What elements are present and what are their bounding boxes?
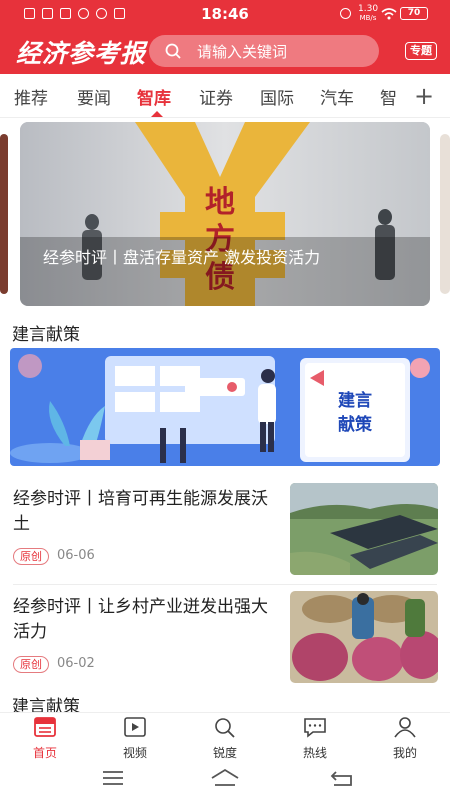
status-bar: 18:46 1.30 MB/s 70 [0, 0, 450, 28]
tab-auto[interactable]: 汽车 [320, 84, 354, 109]
nav-video[interactable]: 视频 [105, 715, 165, 761]
article-item[interactable]: 经参时评丨让乡村产业迸发出强大活力 原创 06-02 [0, 591, 450, 701]
app-logo: 经济参考报 [16, 39, 147, 68]
original-badge: 原创 [13, 548, 49, 565]
tab-news[interactable]: 要闻 [77, 84, 111, 109]
divider [13, 584, 437, 585]
featured-banner[interactable]: 地 方 债 [20, 122, 430, 306]
article-thumbnail[interactable] [290, 591, 438, 683]
search-icon [215, 718, 235, 738]
section-title: 建言献策 [12, 325, 80, 345]
search-placeholder: 请输入关键词 [197, 43, 288, 61]
tab-securities[interactable]: 证券 [199, 84, 233, 109]
wifi-icon [381, 8, 397, 20]
active-tab-indicator [151, 111, 163, 117]
article-date: 06-06 [57, 548, 95, 563]
original-badge: 原创 [13, 656, 49, 673]
article-title[interactable]: 经参时评丨让乡村产业迸发出强大活力 [13, 595, 275, 645]
network-speed: 1.30 MB/s [358, 4, 379, 23]
nav-profile[interactable]: 我的 [375, 715, 435, 761]
add-channel-button[interactable]: + [414, 82, 434, 110]
topic-button[interactable]: 专题 [405, 42, 437, 60]
article-item[interactable]: 经参时评丨培育可再生能源发展沃土 原创 06-06 [0, 483, 450, 593]
nav-hotline[interactable]: 热线 [285, 715, 345, 761]
news-icon [34, 717, 56, 737]
promo-banner[interactable]: 建言 献策 [10, 348, 440, 466]
mute-icon [340, 8, 351, 19]
carousel-prev-peek[interactable] [0, 134, 8, 294]
tab-more-partial[interactable]: 智 [380, 84, 397, 109]
promo-sign: 建言 [338, 390, 372, 411]
banner-sign-text: 地 [205, 185, 235, 220]
article-date: 06-02 [57, 656, 95, 671]
article-thumbnail[interactable] [290, 483, 438, 575]
nav-home[interactable]: 首页 [15, 715, 75, 761]
chat-icon [304, 718, 326, 738]
search-icon [165, 43, 181, 59]
tab-recommend[interactable]: 推荐 [14, 84, 48, 109]
menu-icon[interactable] [102, 770, 124, 786]
article-title[interactable]: 经参时评丨培育可再生能源发展沃土 [13, 487, 275, 537]
bottom-navigation: 首页 视频 锐度 热线 我的 [0, 712, 450, 762]
search-bar[interactable]: 请输入关键词 [149, 35, 379, 67]
system-navigation-bar [0, 762, 450, 800]
banner-caption[interactable]: 经参时评丨盘活存量资产 激发投资活力 [43, 248, 413, 268]
banner-image: 地 方 债 [20, 122, 430, 306]
tab-think-tank[interactable]: 智库 [137, 84, 171, 109]
home-icon[interactable] [210, 768, 240, 788]
tab-international[interactable]: 国际 [260, 84, 294, 109]
nav-sharpness[interactable]: 锐度 [195, 715, 255, 761]
svg-text:献策: 献策 [338, 414, 373, 435]
user-icon [394, 717, 416, 738]
promo-illustration: 建言 献策 [10, 348, 440, 466]
battery-indicator: 70 [400, 7, 428, 20]
category-tabs: 推荐 要闻 智库 证券 国际 汽车 智 + [0, 74, 450, 118]
app-header: 经济参考报 请输入关键词 专题 [0, 28, 450, 74]
carousel-next-peek[interactable] [440, 134, 450, 294]
video-icon [124, 717, 146, 737]
back-icon[interactable] [330, 769, 354, 787]
